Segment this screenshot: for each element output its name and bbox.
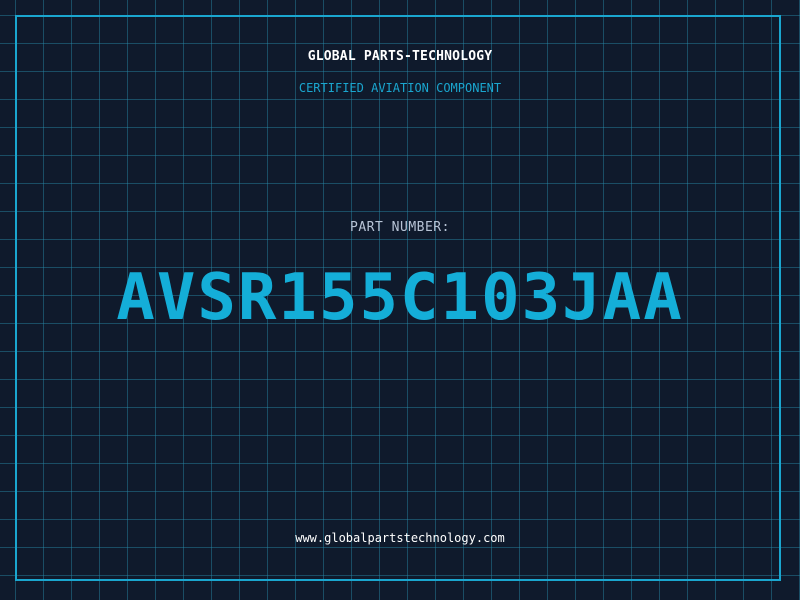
part-number-label: PART NUMBER: [350,220,450,235]
part-number-value: AVSR155C103JAA [116,261,684,335]
website-url: www.globalpartstechnology.com [295,531,505,545]
certification-subtitle: CERTIFIED AVIATION COMPONENT [298,81,502,95]
company-name: GLOBAL PARTS-TECHNOLOGY [307,49,493,64]
label-card: GLOBAL PARTS-TECHNOLOGY CERTIFIED AVIATI… [0,0,800,600]
